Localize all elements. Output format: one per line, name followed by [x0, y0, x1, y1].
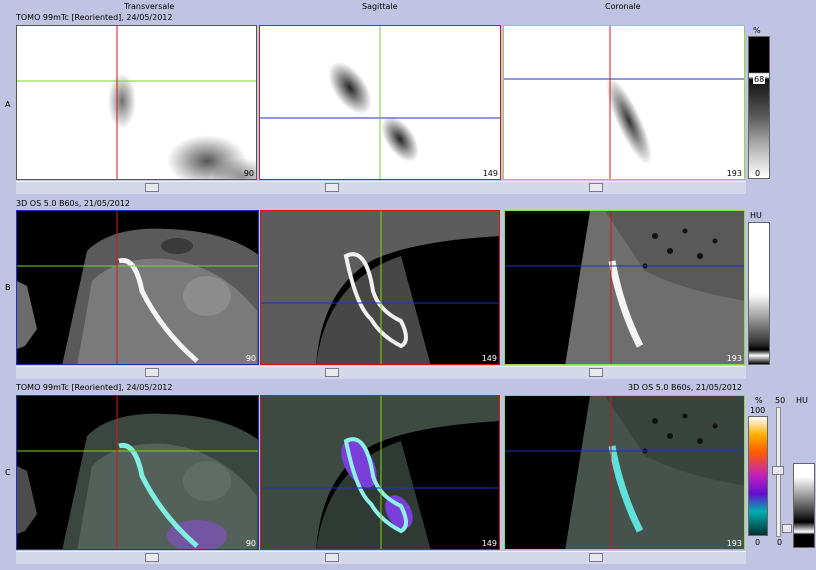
column-header-sagittal: Sagittale [362, 2, 398, 11]
grayscale-bar-a[interactable] [748, 36, 770, 179]
level-value-c: 50 [775, 396, 786, 405]
viewport-b-coronal[interactable]: 193 [504, 210, 745, 365]
spect-image-sagittal [260, 26, 500, 179]
slider-thumb-c-transversal[interactable] [145, 553, 159, 562]
scale-unit-b: HU [750, 211, 762, 220]
level-slider-thumb[interactable] [772, 466, 784, 475]
viewport-a-transversal[interactable]: 90 [16, 25, 257, 180]
series-label-row-c-tomo: TOMO 99mTc [Reoriented], 24/05/2012 [16, 383, 173, 392]
slider-thumb-a-sagittal[interactable] [325, 183, 339, 192]
slice-number: 193 [726, 354, 742, 363]
scale-unit-c-hu: HU [796, 396, 808, 405]
scale-max-c: 100 [750, 406, 766, 415]
column-header-coronal: Coronale [605, 2, 641, 11]
slider-thumb-b-transversal[interactable] [145, 368, 159, 377]
row-label-a: A [5, 100, 11, 109]
slice-number: 90 [243, 169, 254, 178]
fusion-image-coronal [505, 396, 744, 549]
viewport-b-sagittal[interactable]: 149 [260, 210, 500, 365]
scale-min-c: 0 [755, 538, 761, 547]
viewport-c-coronal[interactable]: 193 [504, 395, 745, 550]
grayscale-bar-b[interactable] [748, 222, 770, 365]
slider-track-a [16, 181, 746, 194]
slider-thumb-c-sagittal[interactable] [325, 553, 339, 562]
scale-min-a: 0 [755, 169, 761, 178]
column-header-transversal: Transversale [124, 2, 175, 11]
scale-unit-a: % [753, 26, 761, 35]
viewport-a-coronal[interactable]: 193 [503, 25, 745, 180]
row-label-c: C [5, 468, 11, 477]
scale-unit-c-percent: % [755, 396, 763, 405]
slice-number: 90 [245, 354, 256, 363]
slice-number: 149 [481, 539, 497, 548]
hu-scale-bar-c[interactable] [793, 463, 815, 548]
slice-number: 149 [481, 354, 497, 363]
slice-number: 193 [726, 539, 742, 548]
level-slider-bottom-thumb[interactable] [782, 524, 792, 533]
slider-track-c [16, 551, 746, 564]
slider-thumb-b-sagittal[interactable] [325, 368, 339, 377]
color-scale-bar-c[interactable] [748, 416, 768, 536]
ct-image-transversal [17, 211, 258, 364]
viewport-a-sagittal[interactable]: 149 [259, 25, 501, 180]
viewport-c-sagittal[interactable]: 149 [260, 395, 500, 550]
viewport-c-transversal[interactable]: 90 [16, 395, 259, 550]
slider-thumb-b-coronal[interactable] [589, 368, 603, 377]
scale-value-a: 68 [753, 75, 766, 84]
slice-number: 149 [482, 169, 498, 178]
viewport-b-transversal[interactable]: 90 [16, 210, 259, 365]
spect-image-coronal [504, 26, 744, 179]
fusion-image-transversal [17, 396, 258, 549]
slider-thumb-c-coronal[interactable] [589, 553, 603, 562]
series-label-row-c-ct: 3D OS 5.0 B60s, 21/05/2012 [628, 383, 743, 392]
slider-thumb-a-transversal[interactable] [145, 183, 159, 192]
fusion-image-sagittal [261, 396, 499, 549]
level-min-c: 0 [777, 538, 783, 547]
series-label-row-a: TOMO 99mTc [Reoriented], 24/05/2012 [16, 13, 173, 22]
slice-number: 90 [245, 539, 256, 548]
ct-image-coronal [505, 211, 744, 364]
slider-thumb-a-coronal[interactable] [589, 183, 603, 192]
spect-image-transversal [17, 26, 256, 179]
slice-number: 193 [726, 169, 742, 178]
row-label-b: B [5, 283, 11, 292]
slider-track-b [16, 366, 746, 379]
ct-image-sagittal [261, 211, 499, 364]
series-label-row-b: 3D OS 5.0 B60s, 21/05/2012 [16, 199, 131, 208]
